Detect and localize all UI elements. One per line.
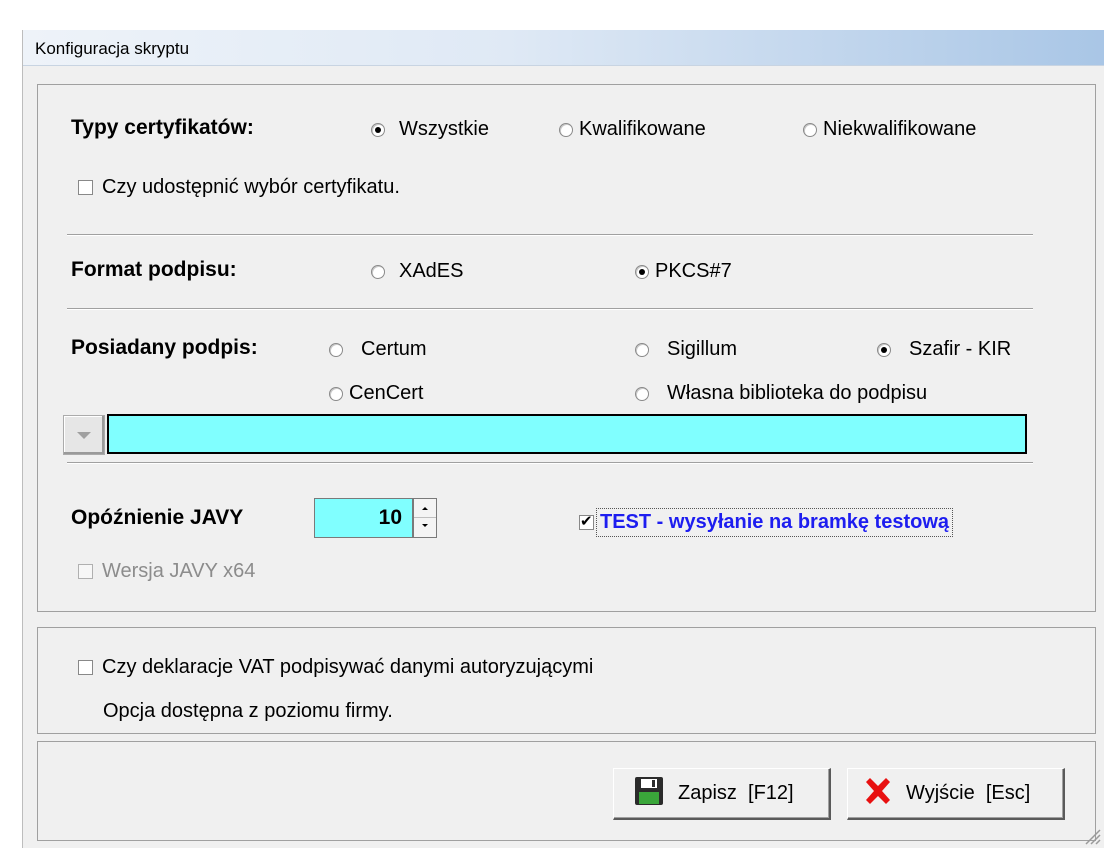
- exit-button[interactable]: Wyjście [Esc]: [847, 768, 1065, 820]
- signature-format-label: Format podpisu:: [71, 258, 237, 281]
- radio-dot: [635, 386, 649, 401]
- radio-dot: [329, 342, 343, 357]
- close-icon: [862, 775, 894, 813]
- checkbox-box: [579, 512, 594, 530]
- radio-dot: [635, 264, 649, 279]
- radio-dot: [559, 122, 573, 137]
- divider: [67, 308, 1033, 310]
- radio-sig-szafir-kir[interactable]: Szafir - KIR: [877, 338, 1011, 361]
- resize-grip[interactable]: [1080, 824, 1102, 846]
- radio-dot: [635, 342, 649, 357]
- radio-dot: [329, 386, 343, 401]
- exit-button-label: Wyjście [Esc]: [906, 782, 1031, 804]
- radio-cert-unqualified[interactable]: Niekwalifikowane: [803, 118, 976, 141]
- radio-sig-sigillum[interactable]: Sigillum: [635, 338, 737, 361]
- divider: [67, 462, 1033, 464]
- radio-sig-own-library[interactable]: Własna biblioteka do podpisu: [635, 382, 927, 405]
- java-delay-input[interactable]: 10: [314, 498, 413, 538]
- spin-down-button[interactable]: [414, 518, 436, 537]
- radio-dot: [877, 342, 891, 357]
- radio-dot: [371, 122, 385, 137]
- save-button-label: Zapisz [F12]: [678, 782, 794, 804]
- radio-sig-certum[interactable]: Certum: [329, 338, 427, 361]
- checkbox-box: [78, 180, 93, 195]
- radio-format-xades[interactable]: XAdES: [371, 260, 463, 283]
- owned-signature-label: Posiadany podpis:: [71, 336, 258, 359]
- checkbox-box: [78, 564, 93, 579]
- share-cert-choice-checkbox[interactable]: Czy udostępnić wybór certyfikatu.: [78, 176, 400, 199]
- radio-format-pkcs7[interactable]: PKCS#7: [635, 260, 732, 283]
- radio-dot: [371, 264, 385, 279]
- vat-authorization-checkbox[interactable]: Czy deklaracje VAT podpisywać danymi aut…: [78, 656, 593, 679]
- radio-dot: [803, 122, 817, 137]
- dialog-window: Konfiguracja skryptu Typy certyfikatów: …: [22, 30, 1104, 848]
- java-delay-label: Opóźnienie JAVY: [71, 506, 244, 529]
- spin-up-button[interactable]: [414, 499, 436, 518]
- radio-cert-qualified[interactable]: Kwalifikowane: [559, 118, 706, 141]
- library-dropdown-button[interactable]: [63, 415, 105, 455]
- title-bar[interactable]: Konfiguracja skryptu: [23, 30, 1104, 66]
- floppy-disk-icon: [634, 776, 664, 812]
- test-gateway-checkbox[interactable]: TEST - wysyłanie na bramkę testową: [579, 508, 954, 537]
- library-path-field[interactable]: [107, 414, 1027, 454]
- java-x64-checkbox[interactable]: Wersja JAVY x64: [78, 560, 255, 583]
- radio-cert-all[interactable]: Wszystkie: [371, 118, 489, 141]
- certificate-types-label: Typy certyfikatów:: [71, 116, 254, 139]
- save-button[interactable]: Zapisz [F12]: [613, 768, 831, 820]
- java-delay-spinner[interactable]: [413, 498, 437, 538]
- window-title: Konfiguracja skryptu: [35, 39, 190, 58]
- checkbox-box: [78, 660, 93, 675]
- divider: [67, 234, 1033, 236]
- vat-note: Opcja dostępna z poziomu firmy.: [103, 700, 393, 722]
- radio-sig-cencert[interactable]: CenCert: [329, 382, 423, 405]
